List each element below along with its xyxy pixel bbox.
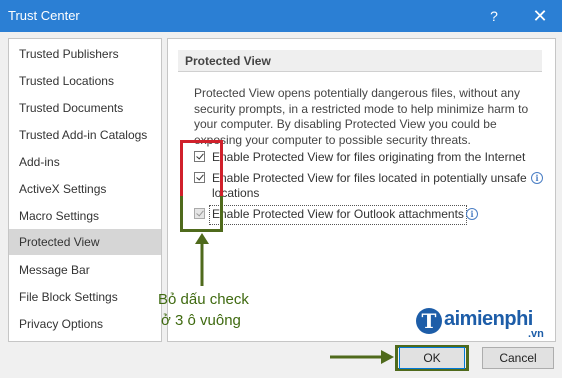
section-header: Protected View bbox=[178, 50, 542, 72]
sidebar-item-file-block-settings[interactable]: File Block Settings bbox=[9, 284, 161, 310]
checkbox-internet-label[interactable]: Enable Protected View for files originat… bbox=[212, 150, 525, 165]
sidebar-item-trusted-add-in-catalogs[interactable]: Trusted Add-in Catalogs bbox=[9, 122, 161, 148]
cancel-button[interactable]: Cancel bbox=[482, 347, 554, 369]
annotation-highlight-box bbox=[180, 140, 223, 232]
checkbox-unsafe-locations-label[interactable]: Enable Protected View for files located … bbox=[212, 171, 530, 201]
sidebar-item-trusted-documents[interactable]: Trusted Documents bbox=[9, 95, 161, 121]
help-button[interactable]: ? bbox=[484, 6, 504, 26]
sidebar-item-trusted-publishers[interactable]: Trusted Publishers bbox=[9, 41, 161, 67]
close-button[interactable]: ✕ bbox=[530, 6, 550, 26]
window-title: Trust Center bbox=[8, 8, 80, 23]
logo-text: aimienphi bbox=[444, 308, 533, 330]
sidebar-item-add-ins[interactable]: Add-ins bbox=[9, 149, 161, 175]
annotation-line-1: Bỏ dấu check bbox=[158, 291, 249, 308]
sidebar-item-activex-settings[interactable]: ActiveX Settings bbox=[9, 176, 161, 202]
annotation-text: Bỏ dấu check ở 3 ô vuông bbox=[158, 289, 249, 331]
description-text: Protected View opens potentially dangero… bbox=[194, 86, 529, 147]
annotation-box-green-part bbox=[180, 196, 223, 232]
sidebar-item-protected-view[interactable]: Protected View bbox=[9, 229, 161, 255]
sidebar-item-macro-settings[interactable]: Macro Settings bbox=[9, 203, 161, 229]
arrow-right-icon bbox=[330, 350, 394, 364]
title-bar: Trust Center ? ✕ bbox=[0, 0, 562, 32]
ok-button[interactable]: OK bbox=[399, 347, 465, 369]
info-icon[interactable]: i bbox=[466, 208, 478, 220]
sidebar-item-privacy-options[interactable]: Privacy Options bbox=[9, 311, 161, 337]
section-title: Protected View bbox=[185, 54, 271, 68]
logo-mark: T bbox=[416, 308, 442, 334]
sidebar: Trusted Publishers Trusted Locations Tru… bbox=[8, 38, 162, 342]
sidebar-item-message-bar[interactable]: Message Bar bbox=[9, 257, 161, 283]
logo-suffix: .vn bbox=[528, 328, 544, 340]
checkbox-outlook-label[interactable]: Enable Protected View for Outlook attach… bbox=[212, 207, 464, 222]
info-icon[interactable]: i bbox=[531, 172, 543, 184]
annotation-box-red-part bbox=[180, 140, 223, 196]
sidebar-item-trusted-locations[interactable]: Trusted Locations bbox=[9, 68, 161, 94]
annotation-line-2: ở 3 ô vuông bbox=[161, 312, 241, 329]
watermark-logo: T aimienphi .vn bbox=[416, 306, 556, 342]
